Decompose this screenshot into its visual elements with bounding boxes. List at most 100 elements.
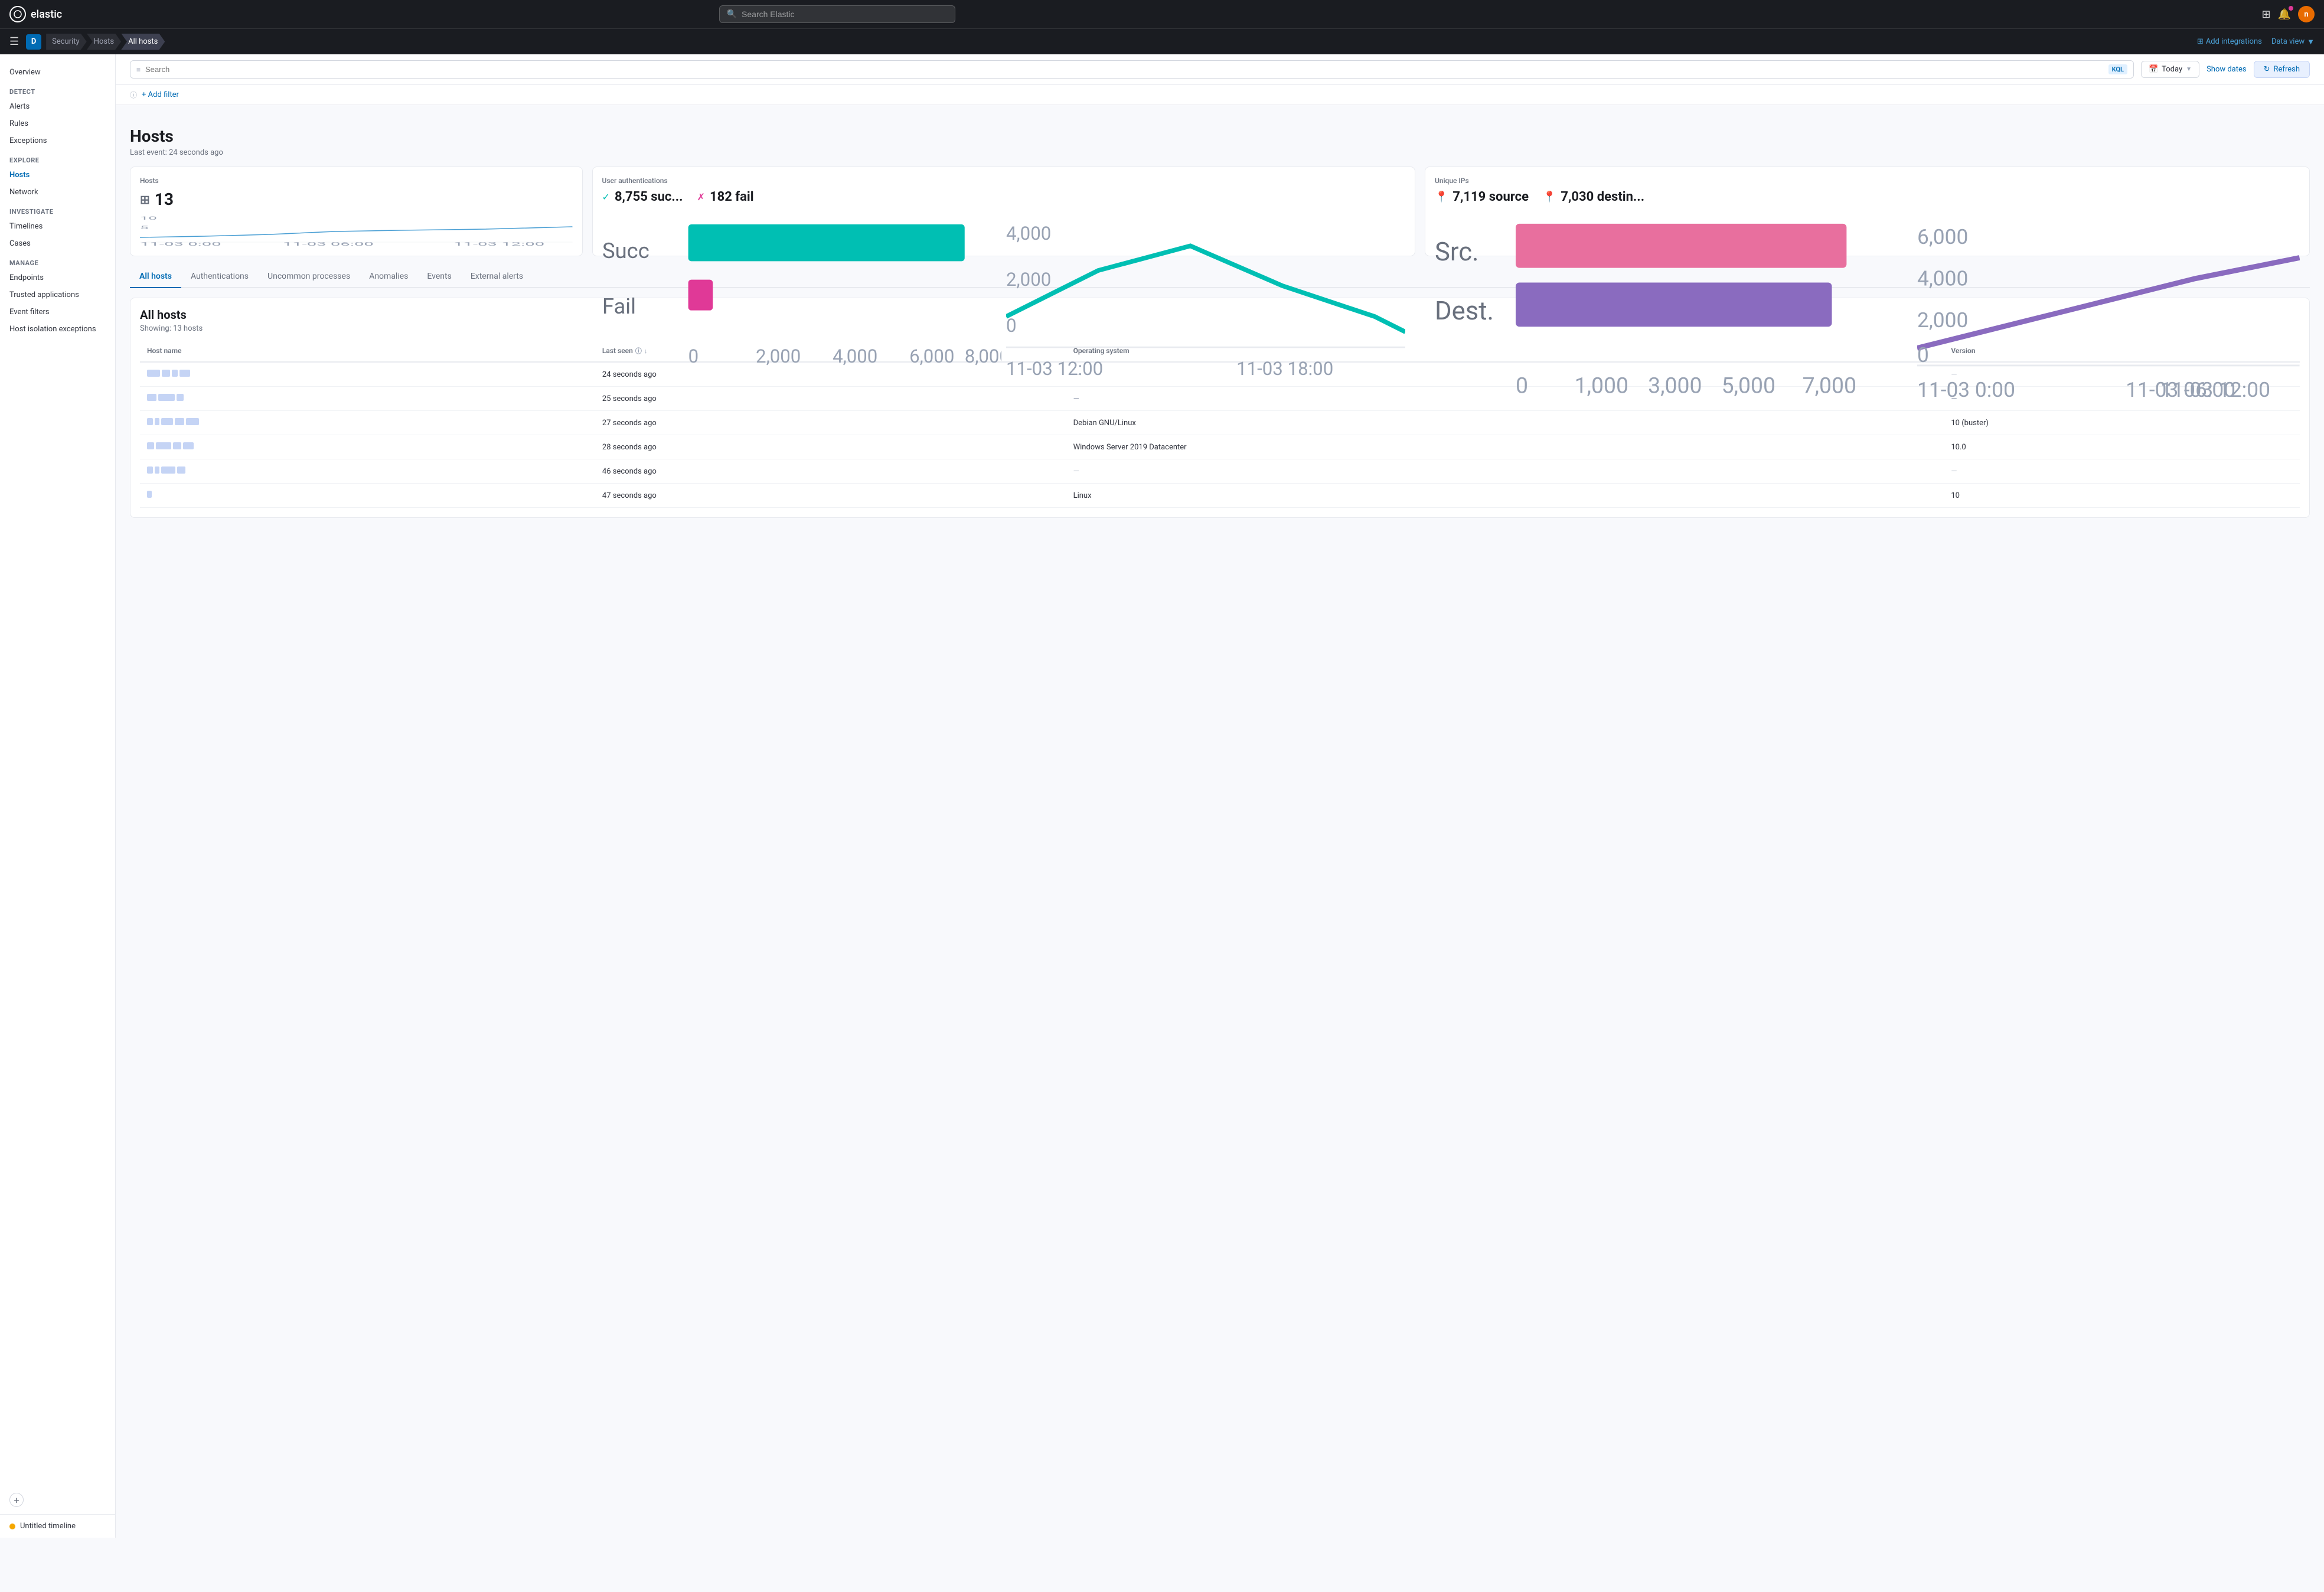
breadcrumb-actions: ⊞ Add integrations Data view ▼ xyxy=(2197,37,2315,47)
sidebar-item-alerts[interactable]: Alerts xyxy=(0,98,115,115)
info-icon: ⓘ xyxy=(635,346,642,355)
svg-text:5,000: 5,000 xyxy=(1722,373,1775,399)
svg-text:Fail: Fail xyxy=(602,293,636,319)
add-filter-row: ⓘ + Add filter xyxy=(116,85,2324,105)
th-hostname: Host name xyxy=(140,340,595,362)
query-bar[interactable]: ≡ KQL xyxy=(130,60,2134,79)
host-name-cell[interactable] xyxy=(140,484,595,508)
add-sidebar-button[interactable]: + xyxy=(9,1493,24,1507)
page-subtitle: Last event: 24 seconds ago xyxy=(130,148,2310,157)
tab-external-alerts[interactable]: External alerts xyxy=(461,266,533,288)
breadcrumb-bar: ☰ D Security Hosts All hosts ⊞ Add integ… xyxy=(0,28,2324,54)
breadcrumb-items: Security Hosts All hosts xyxy=(46,34,165,50)
sidebar-item-overview[interactable]: Overview xyxy=(0,64,115,81)
page-title: Hosts xyxy=(130,126,2310,146)
last-seen-cell: 46 seconds ago xyxy=(595,459,1066,484)
host-name-cell[interactable] xyxy=(140,387,595,411)
user-auth-stat-card: User authentications ✓ 8,755 suc... ✗ 18… xyxy=(592,167,1415,256)
sidebar-item-network[interactable]: Network xyxy=(0,184,115,201)
sidebar-item-event-filters[interactable]: Event filters xyxy=(0,304,115,321)
svg-text:4,000: 4,000 xyxy=(1917,266,1968,291)
timeline-dot xyxy=(9,1524,15,1529)
svg-text:2,000: 2,000 xyxy=(1917,308,1968,332)
tab-uncommon-processes[interactable]: Uncommon processes xyxy=(258,266,360,288)
date-label: Today xyxy=(2162,65,2182,74)
table-row[interactable]: 28 seconds agoWindows Server 2019 Datace… xyxy=(140,435,2300,459)
search-icon: 🔍 xyxy=(727,9,737,19)
add-integrations-button[interactable]: ⊞ Add integrations xyxy=(2197,37,2262,46)
global-search[interactable]: 🔍 xyxy=(719,5,955,23)
user-auth-card-title: User authentications xyxy=(602,177,1405,185)
user-auth-chart: Succ Fail 0 2,000 4,000 6,000 8,000 xyxy=(602,209,1405,242)
svg-text:0: 0 xyxy=(1006,315,1017,337)
last-seen-cell: 28 seconds ago xyxy=(595,435,1066,459)
hosts-stat-card: Hosts ⊞ 13 11-03 0:00 11-03 06:00 11-03 … xyxy=(130,167,583,256)
sidebar-item-exceptions[interactable]: Exceptions xyxy=(0,132,115,149)
filter-info-icon[interactable]: ⓘ xyxy=(130,90,137,100)
table-row[interactable]: 27 seconds agoDebian GNU/Linux10 (buster… xyxy=(140,411,2300,435)
hamburger-icon[interactable]: ☰ xyxy=(9,35,19,48)
elastic-logo[interactable]: elastic xyxy=(9,6,62,22)
source-pin-icon: 📍 xyxy=(1435,191,1448,203)
host-name-cell[interactable] xyxy=(140,459,595,484)
sort-icon[interactable]: ↓ xyxy=(644,347,648,355)
sidebar-item-endpoints[interactable]: Endpoints xyxy=(0,269,115,286)
hosts-chart: 11-03 0:00 11-03 06:00 11-03 12:00 10 5 xyxy=(140,214,573,246)
refresh-label: Refresh xyxy=(2274,65,2300,74)
svg-text:Dest.: Dest. xyxy=(1435,296,1494,326)
kql-badge[interactable]: KQL xyxy=(2108,64,2127,74)
svg-text:6,000: 6,000 xyxy=(909,345,954,367)
host-name-cell[interactable] xyxy=(140,362,595,387)
tab-anomalies[interactable]: Anomalies xyxy=(360,266,417,288)
sidebar-item-timelines[interactable]: Timelines xyxy=(0,218,115,235)
chevron-down-icon: ▼ xyxy=(2307,37,2315,47)
table-row[interactable]: 47 seconds agoLinux10 xyxy=(140,484,2300,508)
tab-all-hosts[interactable]: All hosts xyxy=(130,266,181,288)
breadcrumb-hosts[interactable]: Hosts xyxy=(87,34,121,50)
date-picker[interactable]: 📅 Today ▼ xyxy=(2141,61,2199,78)
user-avatar[interactable]: n xyxy=(2298,6,2315,22)
dest-value: 7,030 destin... xyxy=(1561,190,1644,204)
global-search-input[interactable] xyxy=(742,9,948,19)
search-input[interactable] xyxy=(145,65,2104,74)
host-name-cell[interactable] xyxy=(140,435,595,459)
add-filter-button[interactable]: + Add filter xyxy=(142,90,179,99)
svg-text:2,000: 2,000 xyxy=(1006,269,1051,291)
ips-bar-chart: Src. Dest. 0 1,000 3,000 5,000 7,000 xyxy=(1435,209,1912,242)
fail-value: 182 fail xyxy=(710,190,754,204)
version-cell: — xyxy=(1944,459,2300,484)
main-layout: Overview Detect Alerts Rules Exceptions … xyxy=(0,54,2324,1538)
breadcrumb-allhosts[interactable]: All hosts xyxy=(121,34,165,50)
app-icon[interactable]: D xyxy=(26,34,41,50)
host-name-cell[interactable] xyxy=(140,411,595,435)
table-row[interactable]: 46 seconds ago—— xyxy=(140,459,2300,484)
sidebar-item-trusted-apps[interactable]: Trusted applications xyxy=(0,286,115,304)
show-dates-button[interactable]: Show dates xyxy=(2207,65,2247,74)
fail-group: ✗ 182 fail xyxy=(697,190,754,204)
svg-text:5: 5 xyxy=(140,226,148,230)
sidebar-detect-section: Detect Alerts Rules Exceptions xyxy=(0,83,115,149)
sidebar-item-host-isolation[interactable]: Host isolation exceptions xyxy=(0,321,115,338)
tab-events[interactable]: Events xyxy=(417,266,461,288)
auth-line-chart: 11-03 12:00 11-03 18:00 4,000 2,000 0 xyxy=(1006,209,1405,242)
timeline-button[interactable]: Untitled timeline xyxy=(9,1522,106,1531)
version-cell: 10 (buster) xyxy=(1944,411,2300,435)
success-icon: ✓ xyxy=(602,191,610,203)
last-seen-cell: 47 seconds ago xyxy=(595,484,1066,508)
data-view-button[interactable]: Data view ▼ xyxy=(2271,37,2315,47)
grid-icon[interactable]: ⊞ xyxy=(2261,8,2270,21)
unique-ips-card-title: Unique IPs xyxy=(1435,177,2300,185)
version-cell: 10 xyxy=(1944,484,2300,508)
sidebar-item-cases[interactable]: Cases xyxy=(0,235,115,252)
last-seen-cell: 25 seconds ago xyxy=(595,387,1066,411)
refresh-button[interactable]: ↻ Refresh xyxy=(2254,61,2310,78)
svg-text:10: 10 xyxy=(140,216,157,221)
sidebar-manage-label: Manage xyxy=(0,255,115,269)
breadcrumb-security[interactable]: Security xyxy=(46,34,87,50)
os-cell: Windows Server 2019 Datacenter xyxy=(1066,435,1944,459)
calendar-icon: 📅 xyxy=(2149,65,2158,74)
filter-bar: ≡ KQL 📅 Today ▼ Show dates ↻ Refresh xyxy=(116,54,2324,85)
sidebar-item-hosts[interactable]: Hosts xyxy=(0,167,115,184)
tab-authentications[interactable]: Authentications xyxy=(181,266,258,288)
sidebar-item-rules[interactable]: Rules xyxy=(0,115,115,132)
